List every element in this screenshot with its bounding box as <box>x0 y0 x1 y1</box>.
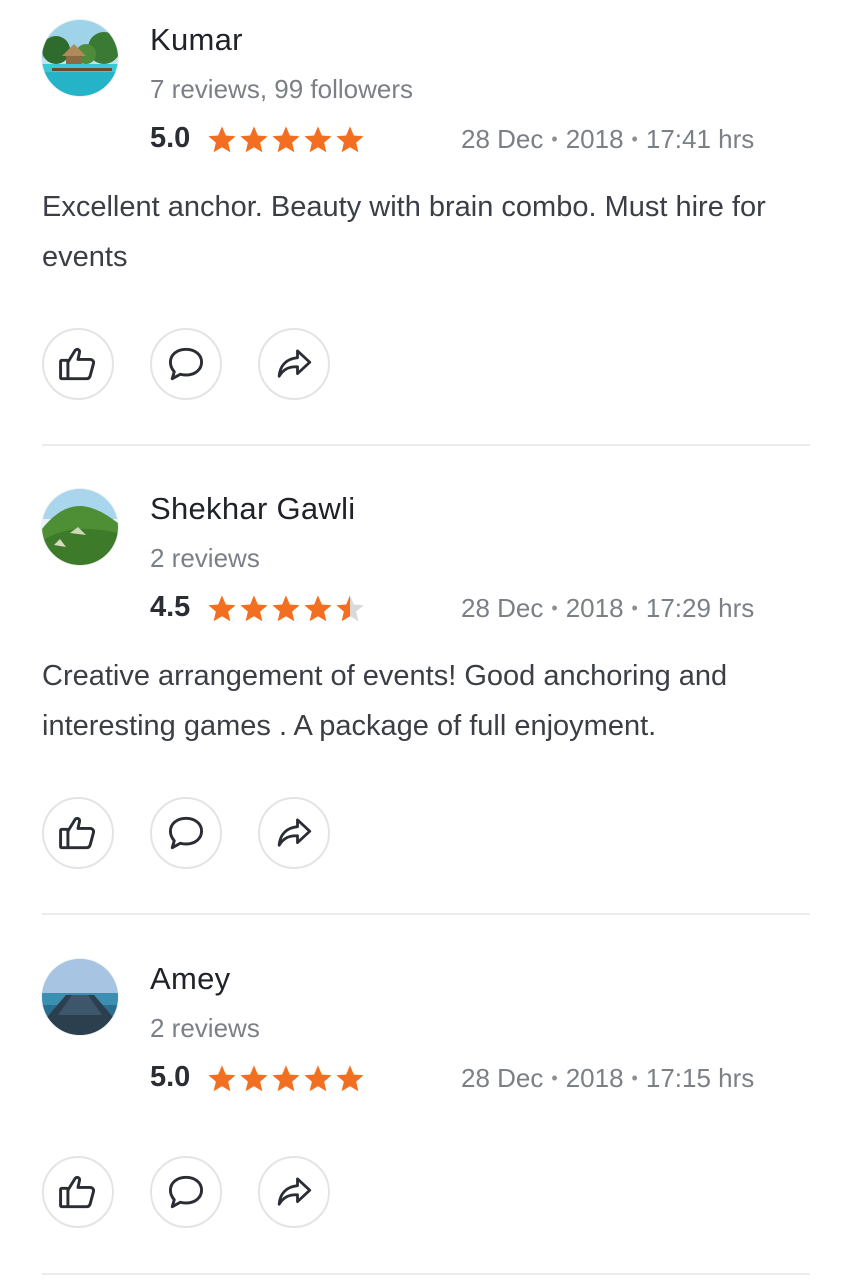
thumbs-up-icon <box>59 1175 96 1209</box>
star-full-icon <box>208 595 236 622</box>
star-full-icon <box>304 595 332 622</box>
share-icon <box>277 1177 312 1206</box>
rating-value: 4.5 <box>150 591 191 623</box>
rating-row: 4.5 28 Dec • 2018 • 17:29 hrs <box>150 589 790 629</box>
star-full-icon <box>272 126 300 153</box>
star-full-icon <box>208 126 236 153</box>
reviewer-meta: 2 reviews <box>150 1013 260 1043</box>
share-icon <box>277 818 312 847</box>
review-date: 28 Dec <box>461 1063 544 1093</box>
review-card: Amey 2 reviews 5.0 28 Dec • 2018 • 17:15 hrs <box>0 939 848 1280</box>
divider <box>42 1273 810 1275</box>
reviewer-name[interactable]: Kumar <box>150 22 243 58</box>
review-timestamp: 28 Dec • 2018 • 17:41 hrs <box>461 124 755 154</box>
comment-button[interactable] <box>150 797 222 869</box>
star-full-icon <box>304 126 332 153</box>
review-card: Shekhar Gawli 2 reviews 4.5 28 Dec • 2018 •… <box>0 469 848 917</box>
star-full-icon <box>304 1065 332 1092</box>
share-button[interactable] <box>258 797 330 869</box>
review-year: 2018 <box>565 1063 624 1093</box>
reviewer-meta: 7 reviews, 99 followers <box>150 74 413 104</box>
review-card: Kumar 7 reviews, 99 followers 5.0 28 Dec… <box>0 0 848 448</box>
star-full-icon <box>336 1065 364 1092</box>
like-button[interactable] <box>42 797 114 869</box>
share-icon <box>277 349 312 378</box>
reviewer-name[interactable]: Shekhar Gawli <box>150 491 356 527</box>
review-actions <box>42 797 366 869</box>
comment-icon <box>168 816 204 850</box>
comment-icon <box>168 1175 204 1209</box>
comment-button[interactable] <box>150 1156 222 1228</box>
review-date: 28 Dec <box>461 593 544 623</box>
star-full-icon <box>240 126 268 153</box>
like-button[interactable] <box>42 328 114 400</box>
rating-value: 5.0 <box>150 1061 191 1093</box>
star-rating <box>206 1063 366 1095</box>
divider <box>42 444 810 446</box>
review-year: 2018 <box>565 593 624 623</box>
review-year: 2018 <box>565 124 624 154</box>
review-time: 17:15 hrs <box>645 1063 755 1093</box>
reviewer-meta: 2 reviews <box>150 543 260 573</box>
rating-row: 5.0 28 Dec • 2018 • 17:15 hrs <box>150 1059 790 1099</box>
divider <box>42 913 810 915</box>
star-half-icon <box>336 595 364 622</box>
star-rating <box>206 124 366 156</box>
like-button[interactable] <box>42 1156 114 1228</box>
thumbs-up-icon <box>59 816 96 850</box>
review-actions <box>42 328 366 400</box>
rating-value: 5.0 <box>150 122 191 154</box>
avatar[interactable] <box>42 489 118 565</box>
star-full-icon <box>240 1065 268 1092</box>
review-date: 28 Dec <box>461 124 544 154</box>
star-full-icon <box>272 1065 300 1092</box>
review-timestamp: 28 Dec • 2018 • 17:15 hrs <box>461 1063 755 1093</box>
reviewer-name[interactable]: Amey <box>150 961 230 997</box>
review-text: Excellent anchor. Beauty with brain comb… <box>42 191 766 273</box>
review-actions <box>42 1156 366 1228</box>
rating-row: 5.0 28 Dec • 2018 • 17:41 hrs <box>150 120 790 160</box>
thumbs-up-icon <box>59 347 96 381</box>
share-button[interactable] <box>258 1156 330 1228</box>
review-timestamp: 28 Dec • 2018 • 17:29 hrs <box>461 593 755 623</box>
avatar[interactable] <box>42 20 118 96</box>
star-full-icon <box>336 126 364 153</box>
share-button[interactable] <box>258 328 330 400</box>
review-time: 17:29 hrs <box>645 593 755 623</box>
star-rating <box>206 593 366 625</box>
comment-icon <box>168 347 204 381</box>
review-text: Creative arrangement of events! Good anc… <box>42 660 728 742</box>
avatar[interactable] <box>42 959 118 1035</box>
star-full-icon <box>240 595 268 622</box>
review-time: 17:41 hrs <box>645 124 755 154</box>
comment-button[interactable] <box>150 328 222 400</box>
star-full-icon <box>272 595 300 622</box>
star-full-icon <box>208 1065 236 1092</box>
